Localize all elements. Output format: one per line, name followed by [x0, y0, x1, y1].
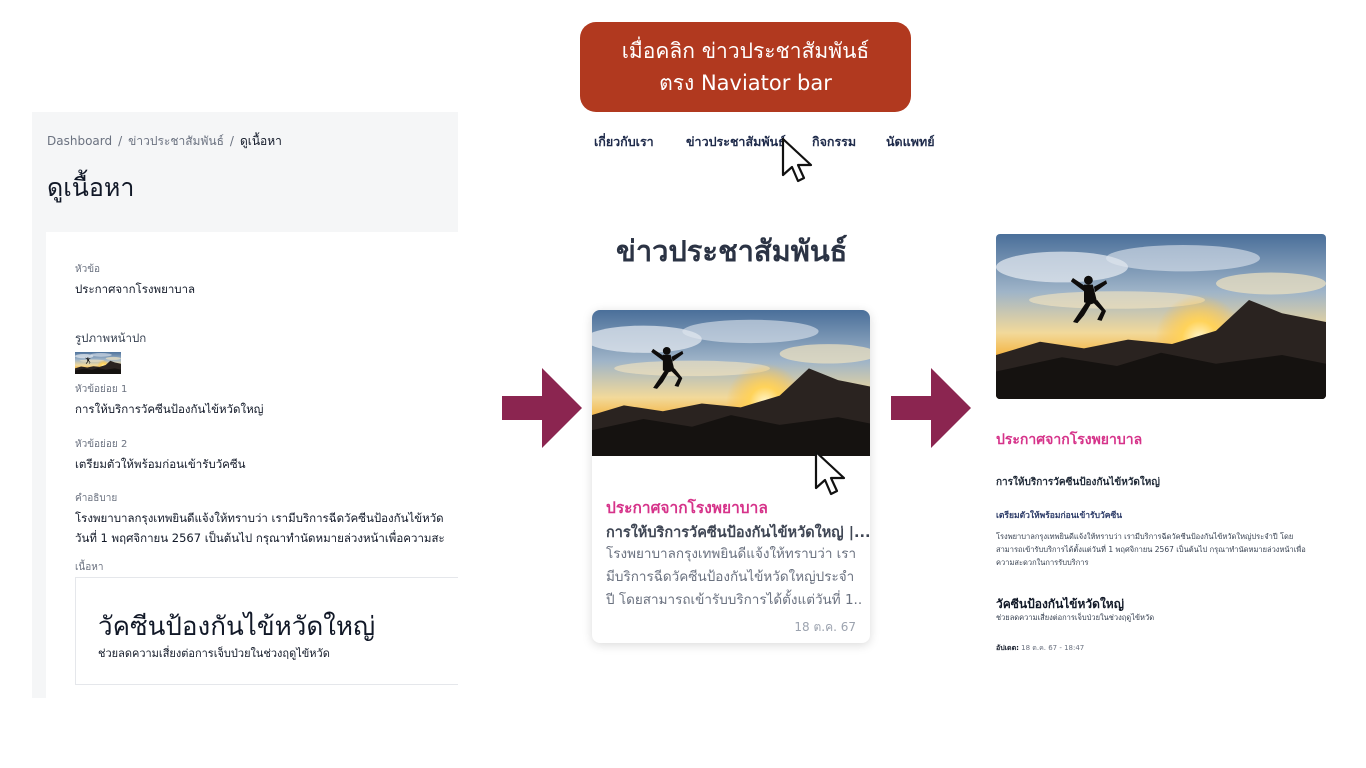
field-label: คำอธิบาย — [75, 493, 118, 504]
callout-line-2: ตรง Naviator bar — [659, 71, 832, 95]
field-value: การให้บริการวัคซีนป้องกันไข้หวัดใหญ่ — [75, 402, 264, 416]
news-card-title: ประกาศจากโรงพยาบาล — [606, 499, 768, 517]
detail-cover-image — [996, 234, 1326, 399]
field-label: หัวข้อย่อย 2 — [75, 439, 128, 450]
page-title: ดูเนื้อหา — [47, 173, 135, 202]
breadcrumb-separator: / — [229, 134, 234, 148]
mouse-pointer-icon — [781, 137, 813, 183]
field-label: รูปภาพหน้าปก — [75, 331, 147, 345]
news-card-description: โรงพยาบาลกรุงเทพยินดีแจ้งให้ทราบว่า เรา … — [606, 543, 861, 612]
callout-line-1: เมื่อคลิก ข่าวประชาสัมพันธ์ — [621, 39, 870, 63]
breadcrumb-dashboard-link[interactable]: Dashboard — [47, 134, 112, 148]
news-card-subtitle: การให้บริการวัคซีนป้องกันไข้หวัดใหญ่ |..… — [606, 525, 870, 541]
field-subtitle-1: หัวข้อย่อย 1 การให้บริการวัคซีนป้องกันไข… — [75, 382, 263, 419]
content-preview: วัคซีนป้องกันไข้หวัดใหญ่ ช่วยลดความเสี่ย… — [75, 577, 458, 685]
field-value: เตรียมตัวให้พร้อมก่อนเข้ารับวัคซีน — [75, 457, 246, 471]
news-card-description-line: โรงพยาบาลกรุงเทพยินดีแจ้งให้ทราบว่า เรา — [606, 546, 857, 562]
detail-description-line: สามารถเข้ารับบริการได้ตั้งแต่วันที่ 1 พฤ… — [996, 545, 1306, 554]
news-card-date: 18 ต.ค. 67 — [794, 620, 856, 634]
arrow-right-icon — [502, 368, 582, 448]
field-label: เนื้อหา — [75, 562, 104, 573]
field-cover-image: รูปภาพหน้าปก — [75, 330, 146, 374]
field-description: คำอธิบาย โรงพยาบาลกรุงเทพยินดีแจ้งให้ทรา… — [75, 491, 445, 548]
news-section-heading: ข่าวประชาสัมพันธ์ — [616, 234, 848, 268]
field-value: โรงพยาบาลกรุงเทพยินดีแจ้งให้ทราบว่า เราม… — [75, 511, 444, 525]
news-card-description-line: ปี โดยสามารถเข้ารับบริการได้ตั้งแต่วันที… — [606, 592, 861, 608]
detail-subtitle-2: เตรียมตัวให้พร้อมก่อนเข้ารับวัคซีน — [996, 511, 1123, 521]
admin-view-panel: Dashboard / ข่าวประชาสัมพันธ์ / ดูเนื้อหา ดู… — [32, 112, 458, 698]
detail-description-line: ความสะดวกในการรับบริการ — [996, 558, 1089, 567]
nav-item-news[interactable]: ข่าวประชาสัมพันธ์ — [686, 132, 786, 152]
content-detail-card: หัวข้อ ประกาศจากโรงพยาบาล รูปภาพหน้าปก ห… — [46, 232, 458, 698]
field-content: เนื้อหา — [75, 560, 103, 575]
detail-description: โรงพยาบาลกรุงเทพยินดีแจ้งให้ทราบว่า เราม… — [996, 530, 1328, 569]
detail-content-subtext: ช่วยลดความเสี่ยงต่อการเจ็บป่วยในช่วงฤดูไ… — [996, 613, 1155, 622]
detail-title: ประกาศจากโรงพยาบาล — [996, 432, 1143, 448]
detail-updated-timestamp: อัปเดต: 18 ต.ค. 67 - 18:47 — [996, 643, 1084, 654]
breadcrumb-separator: / — [118, 134, 123, 148]
news-card-description-line: มีบริการฉีดวัคซีนป้องกันไข้หวัดใหญ่ประจำ — [606, 569, 855, 585]
field-value: ประกาศจากโรงพยาบาล — [75, 282, 196, 296]
detail-subtitle-1: การให้บริการวัคซีนป้องกันไข้หวัดใหญ่ — [996, 477, 1160, 488]
nav-item-doctor-appointment[interactable]: นัดแพทย์ — [886, 132, 935, 152]
breadcrumb: Dashboard / ข่าวประชาสัมพันธ์ / ดูเนื้อหา — [47, 132, 282, 151]
content-heading: วัคซีนป้องกันไข้หวัดใหญ่ — [98, 612, 376, 642]
nav-item-about[interactable]: เกี่ยวกับเรา — [594, 132, 654, 152]
content-subtext: ช่วยลดความเสี่ยงต่อการเจ็บป่วยในช่วงฤดูไ… — [98, 647, 330, 660]
breadcrumb-news-link[interactable]: ข่าวประชาสัมพันธ์ — [128, 134, 224, 148]
field-label: หัวข้อ — [75, 264, 101, 275]
detail-description-line: โรงพยาบาลกรุงเทพยินดีแจ้งให้ทราบว่า เราม… — [996, 532, 1294, 541]
updated-label: อัปเดต: — [996, 644, 1019, 652]
field-title: หัวข้อ ประกาศจากโรงพยาบาล — [75, 262, 195, 299]
mouse-pointer-icon — [814, 450, 846, 496]
instruction-callout: เมื่อคลิก ข่าวประชาสัมพันธ์ ตรง Naviator… — [580, 22, 911, 112]
field-subtitle-2: หัวข้อย่อย 2 เตรียมตัวให้พร้อมก่อนเข้ารั… — [75, 437, 246, 474]
cover-image-thumbnail[interactable] — [75, 352, 121, 374]
breadcrumb-current: ดูเนื้อหา — [239, 134, 282, 148]
arrow-right-icon — [891, 368, 971, 448]
nav-item-activities[interactable]: กิจกรรม — [812, 132, 856, 152]
updated-value: 18 ต.ค. 67 - 18:47 — [1021, 644, 1085, 652]
field-label: หัวข้อย่อย 1 — [75, 384, 128, 395]
field-value: วันที่ 1 พฤศจิกายน 2567 เป็นต้นไป กรุณาท… — [75, 531, 445, 545]
news-card-image — [592, 310, 870, 456]
